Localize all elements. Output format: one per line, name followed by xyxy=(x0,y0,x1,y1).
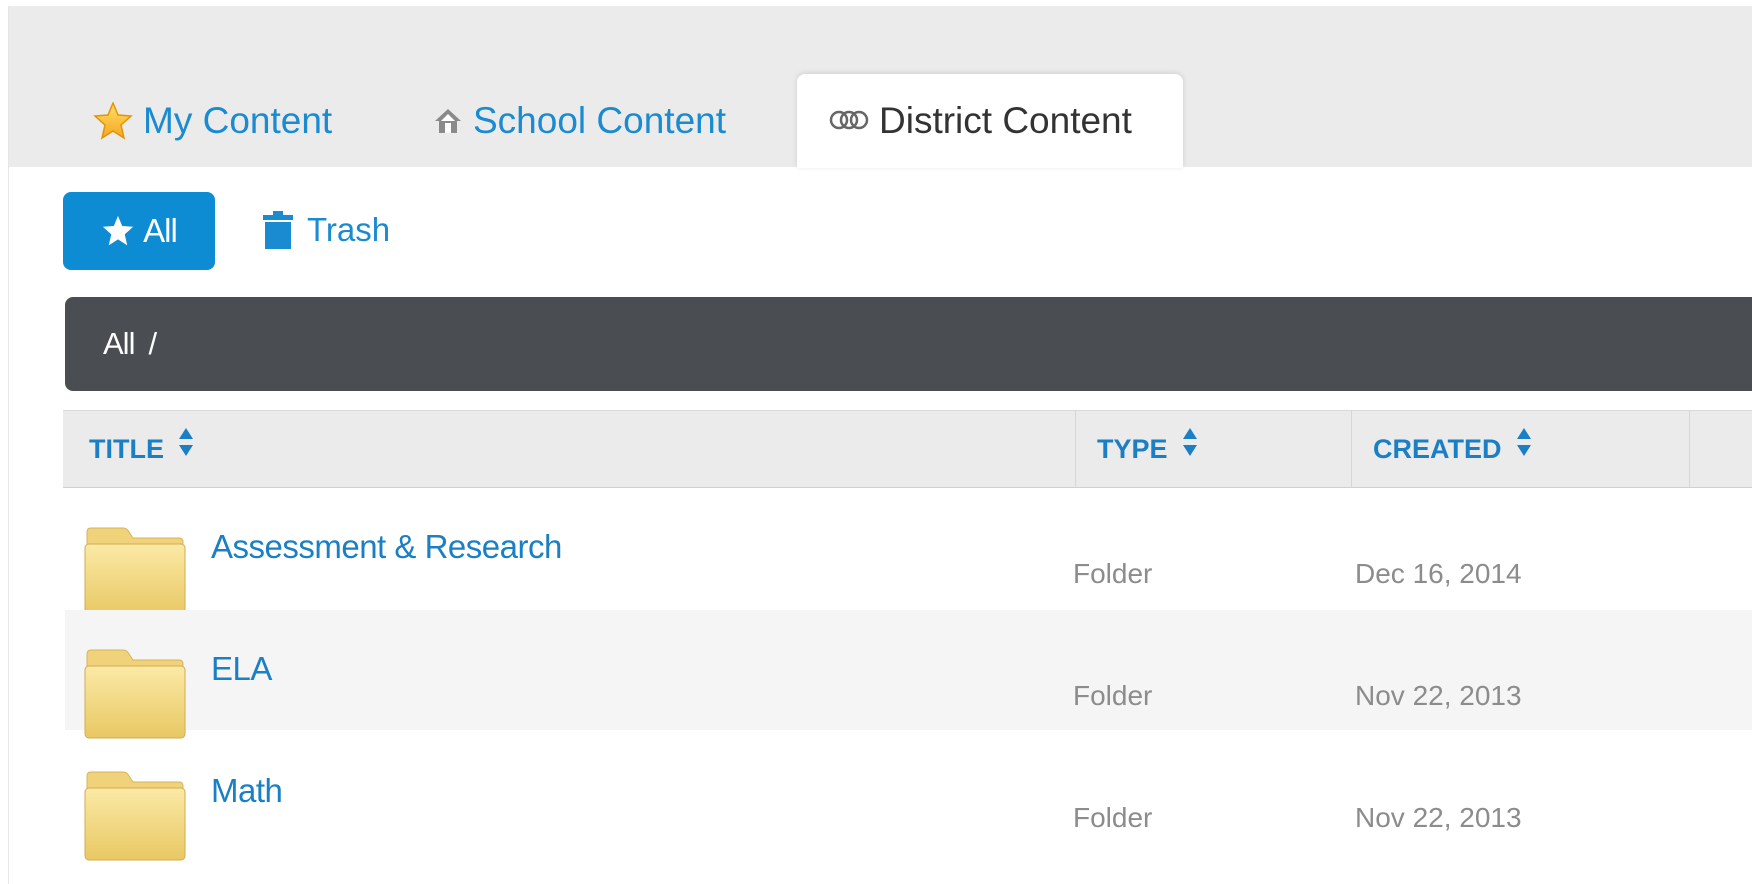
sort-icon xyxy=(1516,427,1532,457)
folder-icon xyxy=(83,648,187,745)
breadcrumb-item-all[interactable]: All xyxy=(103,326,135,362)
table-row[interactable]: ELA Folder Nov 22, 2013 xyxy=(65,610,1752,739)
trash-button[interactable]: Trash xyxy=(263,206,390,254)
row-title-link[interactable]: Assessment & Research xyxy=(211,528,562,566)
column-header-type[interactable]: TYPE xyxy=(1097,411,1198,487)
column-header-type-label: TYPE xyxy=(1097,433,1168,464)
row-created: Dec 16, 2014 xyxy=(1355,558,1522,589)
row-created: Nov 22, 2013 xyxy=(1355,802,1522,833)
folder-icon xyxy=(83,526,187,623)
breadcrumb: All / xyxy=(65,297,1752,391)
folder-icon xyxy=(83,770,187,867)
row-type: Folder xyxy=(1073,802,1153,833)
column-header-created[interactable]: CREATED xyxy=(1373,411,1532,487)
tab-bar: My Content School Content District Conte… xyxy=(9,6,1752,168)
column-header-title-label: TITLE xyxy=(89,433,164,464)
sort-icon xyxy=(178,427,194,457)
row-type: Folder xyxy=(1073,680,1153,711)
table-row[interactable]: Math Folder Nov 22, 2013 xyxy=(65,732,1752,861)
column-header-title[interactable]: TITLE xyxy=(89,411,194,487)
column-divider xyxy=(1351,411,1352,487)
star-icon xyxy=(101,215,135,247)
tab-school-content[interactable]: School Content xyxy=(433,100,727,141)
column-divider xyxy=(1075,411,1076,487)
school-icon xyxy=(433,107,463,135)
row-title-link[interactable]: ELA xyxy=(211,650,272,688)
column-header-created-label: CREATED xyxy=(1373,433,1502,464)
all-button-label: All xyxy=(143,212,178,249)
tab-my-content[interactable]: My Content xyxy=(93,100,333,141)
breadcrumb-separator: / xyxy=(148,326,158,361)
table-row[interactable]: Assessment & Research Folder Dec 16, 201… xyxy=(65,488,1752,617)
district-icon xyxy=(829,109,869,133)
content-browser: My Content School Content District Conte… xyxy=(8,6,1752,884)
tab-district-content-label: District Content xyxy=(879,100,1132,141)
tab-my-content-label: My Content xyxy=(143,100,333,141)
sort-icon xyxy=(1182,427,1198,457)
tab-district-content[interactable]: District Content xyxy=(829,100,1132,141)
column-divider xyxy=(1689,411,1690,487)
trash-icon xyxy=(263,211,293,249)
row-title-link[interactable]: Math xyxy=(211,772,283,810)
star-icon xyxy=(93,102,133,140)
row-type: Folder xyxy=(1073,558,1153,589)
tab-school-content-label: School Content xyxy=(473,100,727,141)
row-created: Nov 22, 2013 xyxy=(1355,680,1522,711)
trash-button-label: Trash xyxy=(307,211,391,248)
all-button[interactable]: All xyxy=(63,192,215,270)
table-header: TITLE TYPE CREATED xyxy=(63,410,1752,488)
